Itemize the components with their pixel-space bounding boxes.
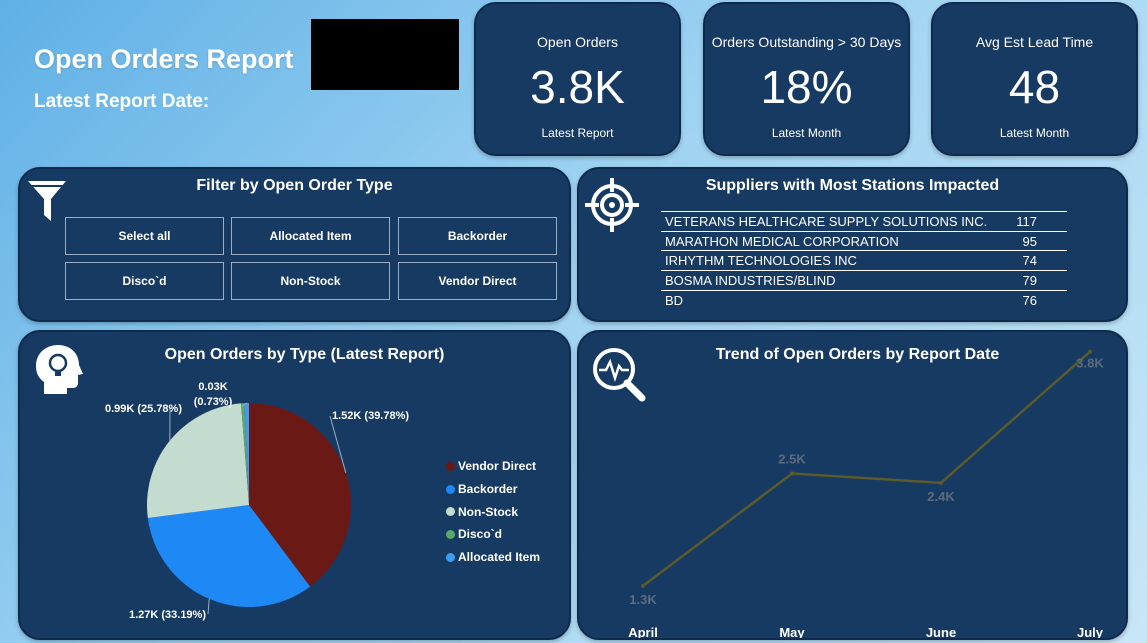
filter-option-non-stock[interactable]: Non-Stock <box>231 262 390 300</box>
supplier-name: MARATHON MEDICAL CORPORATION <box>661 230 1010 251</box>
suppliers-table: VETERANS HEALTHCARE SUPPLY SOLUTIONS INC… <box>661 211 1067 310</box>
kpi-label: Orders Outstanding > 30 Days <box>711 34 902 50</box>
pie-card: Open Orders by Type (Latest Report) 1.52… <box>18 330 571 640</box>
legend-label: Vendor Direct <box>458 459 537 474</box>
kpi-value: 48 <box>1008 61 1061 113</box>
trend-data-label: 3.8K <box>1076 356 1104 371</box>
trend-point[interactable] <box>939 480 943 485</box>
supplier-name: VETERANS HEALTHCARE SUPPLY SOLUTIONS INC… <box>661 211 1010 232</box>
filter-title: Filter by Open Order Type <box>196 177 393 194</box>
trend-card: Trend of Open Orders by Report Date 1.3K… <box>577 330 1128 640</box>
kpi-footnote: Latest Month <box>771 126 842 140</box>
trend-data-label: 2.4K <box>927 489 955 504</box>
kpi-value: 3.8K <box>530 61 625 113</box>
table-row: VETERANS HEALTHCARE SUPPLY SOLUTIONS INC… <box>661 211 1067 232</box>
pie-slice[interactable] <box>147 403 249 518</box>
suppliers-title: Suppliers with Most Stations Impacted <box>705 177 1000 194</box>
table-row: IRHYTHM TECHNOLOGIES INC 74 <box>661 250 1067 271</box>
page-title: Open Orders Report <box>34 44 294 74</box>
x-tick-label: July <box>1077 625 1104 638</box>
redacted-block <box>311 19 459 90</box>
pie-data-label: 0.99K (25.78%) <box>105 403 182 415</box>
legend-dot <box>446 507 455 517</box>
filter-option-vendor-direct[interactable]: Vendor Direct <box>398 262 557 300</box>
legend-item[interactable]: Non-Stock <box>446 500 540 523</box>
legend-label: Disco`d <box>458 527 503 542</box>
legend-label: Non-Stock <box>458 504 518 519</box>
legend-dot <box>446 552 455 562</box>
pie-leader-line <box>207 598 210 615</box>
filter-option-allocated-item[interactable]: Allocated Item <box>231 217 390 255</box>
supplier-name: BOSMA INDUSTRIES/BLIND <box>661 270 1010 291</box>
legend-item[interactable]: Backorder <box>446 478 540 501</box>
supplier-name: IRHYTHM TECHNOLOGIES INC <box>661 250 1010 271</box>
supplier-count: 76 <box>1009 289 1067 310</box>
x-tick-label: June <box>926 625 956 638</box>
trend-chart: 1.3K April 2.5K May 2.4K June 3.8K July <box>628 349 1104 638</box>
pie-legend: Vendor Direct Backorder Non-Stock Disco`… <box>446 455 540 568</box>
legend-label: Backorder <box>458 482 518 497</box>
filter-option-backorder[interactable]: Backorder <box>398 217 557 255</box>
kpi-card-avg-lead-time: Avg Est Lead Time 48 Latest Month <box>931 2 1138 156</box>
supplier-count: 95 <box>1009 230 1067 251</box>
supplier-count: 79 <box>1009 270 1067 291</box>
legend-dot <box>446 484 455 494</box>
kpi-label: Open Orders <box>537 34 618 50</box>
pie-data-label: 1.52K (39.78%) <box>332 410 409 422</box>
report-date-label: Latest Report Date: <box>34 91 210 112</box>
filter-option-discod[interactable]: Disco`d <box>65 262 224 300</box>
table-row: MARATHON MEDICAL CORPORATION 95 <box>661 230 1067 251</box>
legend-item[interactable]: Allocated Item <box>446 546 540 569</box>
legend-label: Allocated Item <box>458 550 541 565</box>
x-tick-label: May <box>779 625 805 638</box>
trend-data-label: 1.3K <box>629 592 657 607</box>
trend-point[interactable] <box>790 471 794 476</box>
kpi-label: Avg Est Lead Time <box>975 34 1094 50</box>
filter-card: Filter by Open Order Type Select all All… <box>18 167 571 322</box>
supplier-count: 74 <box>1009 250 1067 271</box>
supplier-count: 117 <box>1009 211 1067 232</box>
trend-data-label: 2.5K <box>778 452 806 467</box>
x-tick-label: April <box>628 625 658 638</box>
suppliers-card: Suppliers with Most Stations Impacted VE… <box>577 167 1128 322</box>
kpi-footnote: Latest Month <box>999 126 1070 140</box>
pie-data-label: (0.73%) <box>194 396 233 408</box>
table-row: BD 76 <box>661 289 1067 310</box>
pie-data-label: 0.03K <box>198 381 227 393</box>
kpi-card-outstanding-30-days: Orders Outstanding > 30 Days 18% Latest … <box>703 2 910 156</box>
kpi-value: 18% <box>760 61 853 113</box>
filter-option-select-all[interactable]: Select all <box>65 217 224 255</box>
kpi-footnote: Latest Report <box>541 126 614 140</box>
supplier-name: BD <box>661 289 1010 310</box>
pie-data-label: 1.27K (33.19%) <box>129 609 206 621</box>
trend-point[interactable] <box>641 583 645 588</box>
legend-item[interactable]: Disco`d <box>446 523 540 546</box>
trend-line <box>642 350 1091 587</box>
table-row: BOSMA INDUSTRIES/BLIND 79 <box>661 270 1067 291</box>
trend-point[interactable] <box>1088 349 1092 354</box>
legend-item[interactable]: Vendor Direct <box>446 455 540 478</box>
legend-dot <box>446 461 455 471</box>
kpi-card-open-orders: Open Orders 3.8K Latest Report <box>474 2 681 156</box>
legend-dot <box>446 529 455 539</box>
